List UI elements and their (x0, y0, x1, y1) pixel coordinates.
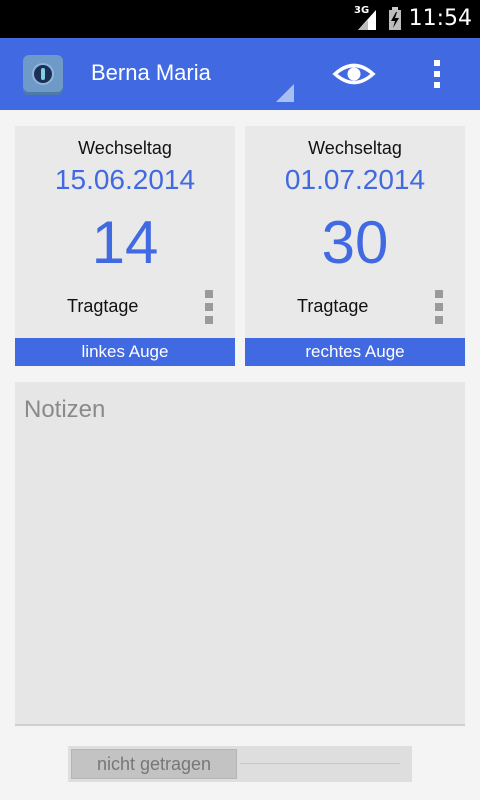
card-menu-icon[interactable] (201, 290, 217, 324)
change-date: 01.07.2014 (284, 164, 426, 195)
dropdown-indicator-icon[interactable] (276, 84, 294, 102)
left-eye-label: linkes Auge (15, 338, 235, 366)
worn-toggle[interactable]: nicht getragen (68, 746, 412, 782)
patient-selector-label[interactable]: Berna Maria (91, 60, 211, 86)
notes-placeholder: Notizen (24, 396, 106, 423)
wear-days-label: Tragtage (297, 296, 369, 316)
wear-days-label: Tragtage (67, 296, 139, 316)
signal-icon (358, 10, 376, 30)
wear-days-count: 14 (91, 209, 159, 276)
toggle-track (240, 763, 400, 764)
left-eye-card[interactable]: Wechseltag 15.06.2014 14 Tragtage linkes… (15, 126, 235, 366)
change-day-label: Wechseltag (308, 138, 402, 158)
overflow-menu-icon[interactable] (424, 56, 452, 92)
right-eye-label: rechtes Auge (245, 338, 465, 366)
status-clock: 11:54 (408, 6, 472, 31)
notes-field[interactable]: Notizen (15, 382, 465, 726)
toggle-label: nicht getragen (71, 749, 237, 779)
status-bar: 3G 11:54 (0, 0, 480, 38)
card-menu-icon[interactable] (431, 290, 447, 324)
change-date: 15.06.2014 (54, 164, 196, 195)
action-bar: Berna Maria (0, 38, 480, 110)
eye-icon[interactable] (332, 56, 376, 92)
battery-icon (389, 7, 401, 30)
wear-days-count: 30 (321, 209, 389, 276)
contact-lens-app-icon[interactable] (23, 55, 63, 95)
change-day-label: Wechseltag (78, 138, 172, 158)
right-eye-card[interactable]: Wechseltag 01.07.2014 30 Tragtage rechte… (245, 126, 465, 366)
